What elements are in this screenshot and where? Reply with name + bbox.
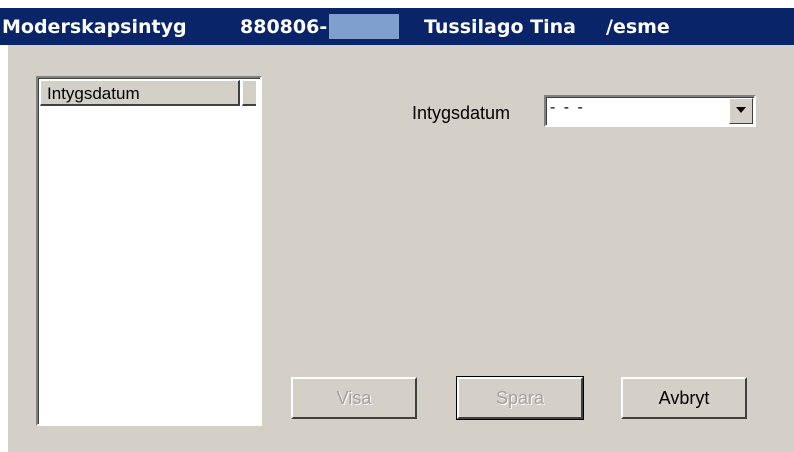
dialog-content: Intygsdatum Intygsdatum - - - Visa Spara… <box>8 45 794 452</box>
date-label: Intygsdatum <box>412 103 511 123</box>
title-bar: Moderskapsintyg 880806- Tussilago Tina /… <box>0 8 794 45</box>
list-header-filler <box>242 80 256 106</box>
user-signature: /esme <box>606 16 670 38</box>
moderskapsintyg-window: Moderskapsintyg 880806- Tussilago Tina /… <box>0 0 794 452</box>
list-body[interactable] <box>40 108 258 422</box>
app-title: Moderskapsintyg <box>2 16 187 38</box>
date-select-value: - - - <box>550 99 585 116</box>
chevron-down-icon <box>736 107 746 113</box>
date-select[interactable]: - - - <box>544 95 756 127</box>
show-button[interactable]: Visa <box>291 377 417 419</box>
save-button[interactable]: Spara <box>456 376 584 420</box>
cancel-button[interactable]: Avbryt <box>621 377 747 419</box>
personal-number: 880806- <box>240 16 328 38</box>
redacted-block <box>329 14 399 39</box>
patient-name: Tussilago Tina <box>424 16 576 38</box>
list-column-header-intygsdatum[interactable]: Intygsdatum <box>40 80 240 106</box>
certificate-date-list[interactable]: Intygsdatum <box>36 76 262 426</box>
dropdown-button[interactable] <box>729 98 753 124</box>
